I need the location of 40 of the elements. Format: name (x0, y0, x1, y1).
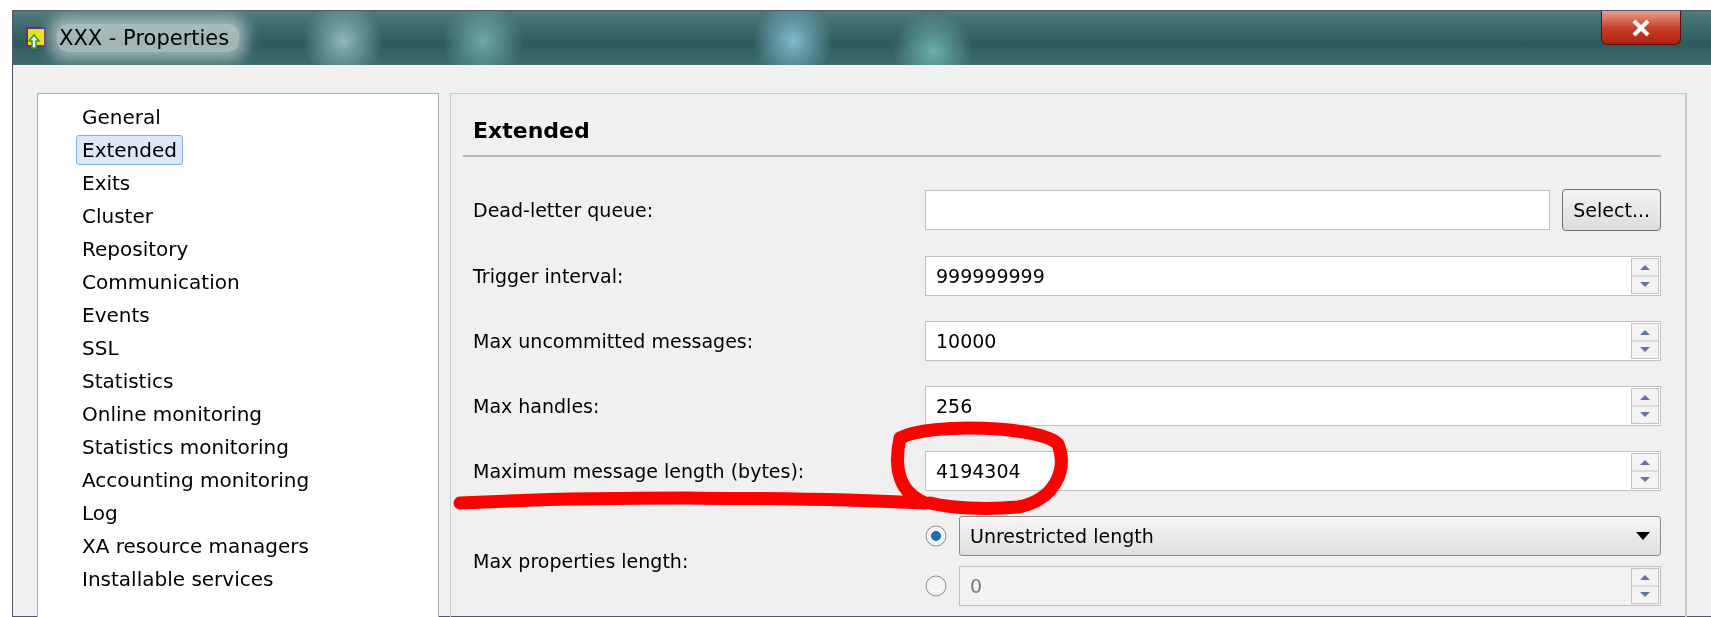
sidebar-item[interactable]: Extended (76, 135, 183, 165)
number-field[interactable]: 10000 (925, 321, 1661, 361)
sidebar-item[interactable]: SSL (76, 333, 125, 363)
number-field[interactable]: 256 (925, 386, 1661, 426)
sidebar-item[interactable]: Events (76, 300, 156, 330)
sidebar-item[interactable]: Communication (76, 267, 246, 297)
field-label: Trigger interval: (473, 265, 625, 287)
spinner-arrows-icon[interactable] (1631, 568, 1659, 604)
sidebar-item[interactable]: Installable services (76, 564, 280, 594)
sidebar-item[interactable]: Log (76, 498, 124, 528)
spinner-arrows-icon[interactable] (1631, 453, 1659, 489)
app-icon (25, 27, 47, 49)
field-label: Maximum message length (bytes): (473, 460, 806, 482)
sidebar-item[interactable]: General (76, 102, 167, 132)
sidebar-item[interactable]: Online monitoring (76, 399, 269, 429)
close-button[interactable] (1601, 11, 1681, 45)
radio-button[interactable] (925, 525, 947, 547)
section-heading: Extended (463, 94, 1661, 157)
close-icon (1630, 18, 1652, 37)
text-field[interactable] (925, 190, 1551, 230)
spinner-arrows-icon[interactable] (1631, 323, 1659, 359)
window-title: XXX - Properties (57, 24, 240, 52)
sidebar-item[interactable]: Accounting monitoring (76, 465, 316, 495)
caret-icon (1636, 532, 1650, 540)
number-field[interactable]: 999999999 (925, 256, 1661, 296)
sidebar-item[interactable]: Statistics monitoring (76, 432, 295, 462)
sidebar-item[interactable]: Statistics (76, 366, 180, 396)
field-label: Dead-letter queue: (473, 199, 655, 221)
spinner-arrows-icon[interactable] (1631, 388, 1659, 424)
select-button[interactable]: Select... (1562, 189, 1661, 231)
sidebar-item[interactable]: Exits (76, 168, 137, 198)
sidebar-item[interactable]: XA resource managers (76, 531, 315, 561)
sidebar-item[interactable]: Repository (76, 234, 195, 264)
number-field[interactable]: 4194304 (925, 451, 1661, 491)
sidebar-item[interactable]: Cluster (76, 201, 159, 231)
field-label: Max uncommitted messages: (473, 330, 755, 352)
field-label: Max properties length: (473, 550, 690, 572)
dropdown[interactable]: Unrestricted length (959, 516, 1661, 556)
spinner-arrows-icon[interactable] (1631, 258, 1659, 294)
field-label: Max handles: (473, 395, 601, 417)
